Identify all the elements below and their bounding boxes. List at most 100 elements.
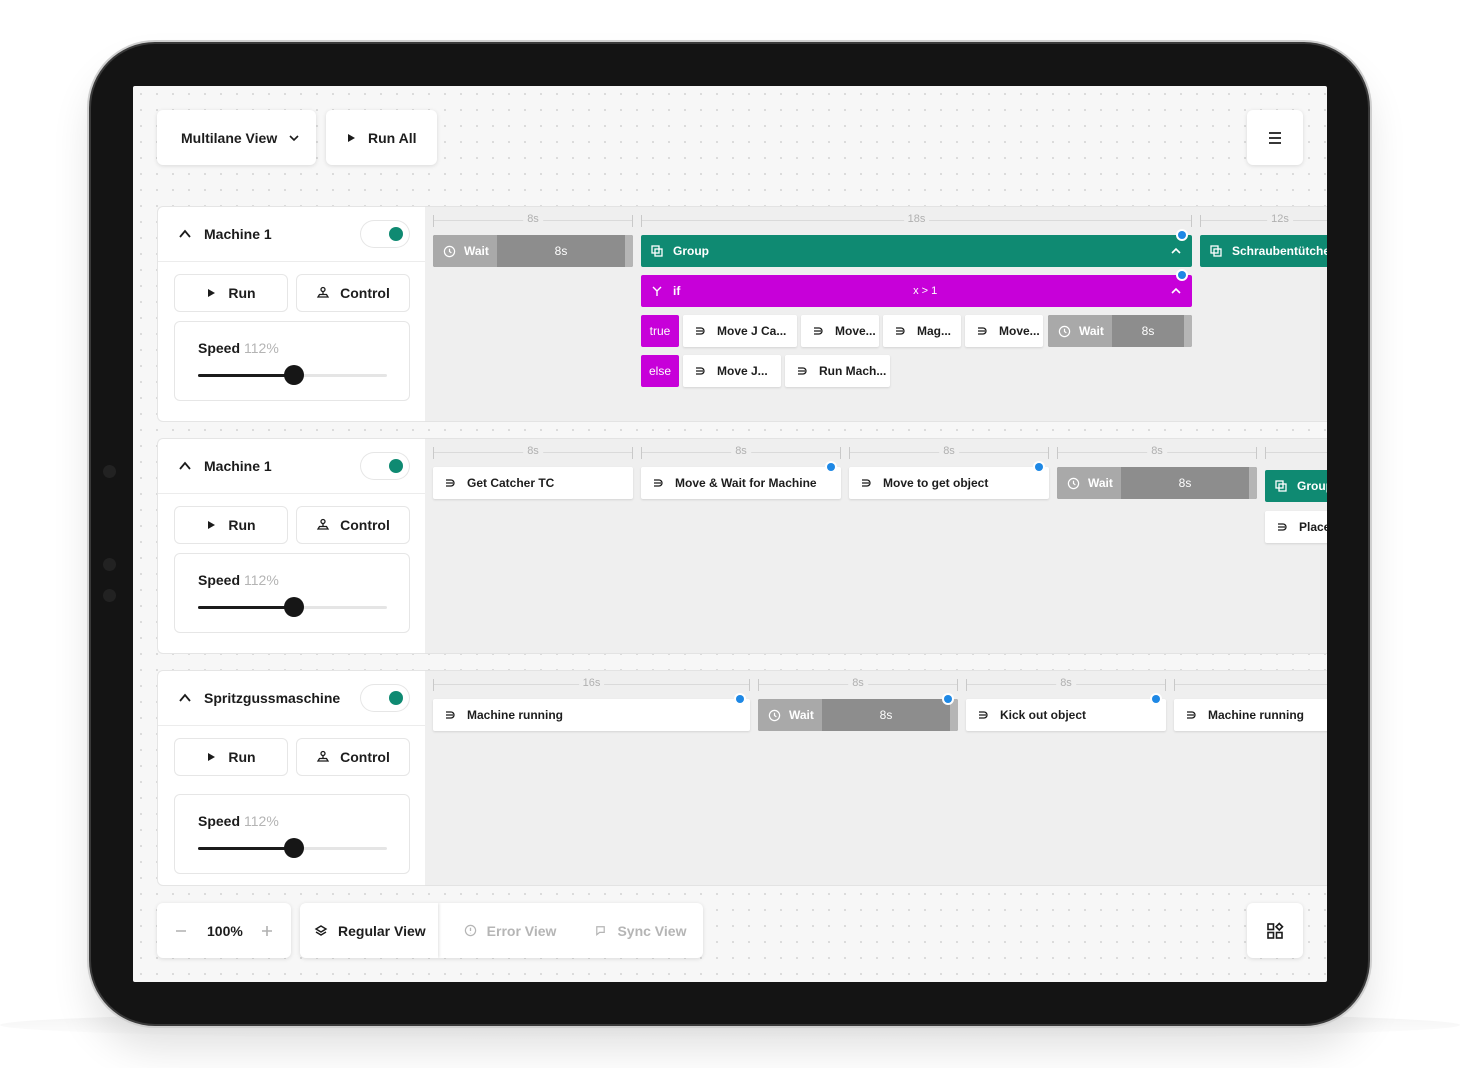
wait-block[interactable]: Wait 8s (1048, 315, 1192, 347)
lane-header: Machine 1 (158, 207, 426, 262)
lane-timeline: 8s 18s 12s Wait 8s Group Schraubentütche… (425, 206, 1327, 422)
chevron-up-icon[interactable] (1170, 285, 1182, 297)
zoom-level: 100% (207, 922, 243, 939)
block-label: Machine running (1208, 708, 1304, 722)
regular-view-tab[interactable]: Regular View (300, 903, 438, 958)
error-view-label: Error View (486, 922, 557, 939)
time-ruler-segment: 12s (1200, 213, 1327, 227)
view-select[interactable]: Multilane View (157, 110, 316, 165)
run-button[interactable]: Run (174, 274, 288, 312)
move-block[interactable]: Machine running (433, 699, 750, 731)
group-block[interactable]: Group (641, 235, 1192, 267)
lane-title: Machine 1 (204, 226, 272, 242)
group-block[interactable]: Schraubentütchen (1200, 235, 1327, 267)
speed-control: Speed 112% (174, 794, 410, 874)
wait-resize-handle[interactable] (1249, 467, 1257, 499)
wait-resize-handle[interactable] (1184, 315, 1192, 347)
move-block[interactable]: Kick out object (966, 699, 1166, 731)
wait-resize-handle[interactable] (625, 235, 633, 267)
connection-dot[interactable] (1178, 231, 1186, 239)
duration-label: 8s (523, 445, 543, 457)
speed-slider-thumb[interactable] (284, 838, 305, 858)
run-machine-block[interactable]: Run Mach... (785, 355, 890, 387)
wait-time: 8s (1141, 324, 1155, 338)
wait-block[interactable]: Wait 8s (758, 699, 958, 731)
run-all-button[interactable]: Run All (326, 110, 437, 165)
sync-view-tab[interactable]: Sync View (574, 903, 698, 958)
lane-enable-toggle[interactable] (360, 452, 410, 480)
menu-button[interactable] (1247, 110, 1303, 165)
group-icon (651, 245, 663, 257)
play-icon (206, 288, 216, 298)
connection-dot[interactable] (827, 463, 835, 471)
wait-block[interactable]: Wait 8s (1057, 467, 1257, 499)
control-button[interactable]: Control (296, 506, 410, 544)
play-icon (346, 133, 356, 143)
move-block[interactable]: Get Catcher TC (433, 467, 633, 499)
move-icon (797, 366, 809, 376)
lane-1: Machine 1 Run Control Speed 112% 8s 18s … (157, 206, 1327, 422)
time-ruler-segment (1174, 679, 1327, 691)
chevron-up-icon[interactable] (1170, 245, 1182, 257)
move-block[interactable]: Move... (801, 315, 879, 347)
run-button[interactable]: Run (174, 506, 288, 544)
joystick-icon (316, 750, 330, 764)
group-label: Group (1297, 479, 1327, 493)
regular-view-label: Regular View (338, 922, 426, 939)
lane-enable-toggle[interactable] (360, 684, 410, 712)
move-block[interactable]: Move & Wait for Machine (641, 467, 841, 499)
error-view-tab[interactable]: Error View (438, 903, 575, 958)
control-button[interactable]: Control (296, 738, 410, 776)
run-label: Run (228, 285, 256, 301)
time-ruler-segment: 8s (433, 445, 633, 459)
move-icon (445, 710, 457, 720)
speed-slider[interactable] (198, 838, 387, 858)
device-camera (103, 465, 116, 478)
move-icon (695, 366, 707, 376)
time-ruler-segment: 16s (433, 677, 750, 691)
group-block[interactable]: Group (1265, 470, 1327, 502)
move-block[interactable]: Mag... (883, 315, 961, 347)
lane-enable-toggle[interactable] (360, 220, 410, 248)
control-button[interactable]: Control (296, 274, 410, 312)
wait-block[interactable]: Wait 8s (433, 235, 633, 267)
connection-dot[interactable] (1152, 695, 1160, 703)
speed-slider-fill (198, 606, 295, 609)
move-block[interactable]: Machine running (1174, 699, 1327, 731)
plus-icon[interactable] (261, 925, 273, 937)
widgets-button[interactable] (1247, 903, 1303, 958)
speed-slider[interactable] (198, 365, 387, 385)
minus-icon[interactable] (175, 925, 187, 937)
move-block[interactable]: Move to get object (849, 467, 1049, 499)
connection-dot[interactable] (944, 695, 952, 703)
speed-slider-fill (198, 374, 295, 377)
toggle-knob (389, 459, 403, 473)
speed-slider[interactable] (198, 597, 387, 617)
time-ruler-segment: 8s (966, 677, 1166, 691)
block-label: Mag... (917, 324, 952, 338)
speed-slider-thumb[interactable] (284, 365, 305, 385)
speed-slider-thumb[interactable] (284, 597, 305, 617)
move-block[interactable]: Move J Ca... (683, 315, 797, 347)
connection-dot[interactable] (736, 695, 744, 703)
wait-time: 8s (879, 708, 893, 722)
lane-header: Machine 1 (158, 439, 426, 494)
move-block[interactable]: Move... (965, 315, 1043, 347)
block-label: Run Mach... (819, 364, 887, 378)
speed-label-text: Speed (198, 813, 241, 829)
move-block[interactable]: Move J... (683, 355, 781, 387)
block-label: Move J... (717, 364, 768, 378)
block-label: Move & Wait for Machine (675, 476, 817, 490)
chevron-up-icon[interactable] (178, 459, 192, 473)
connection-dot[interactable] (1178, 271, 1186, 279)
chevron-up-icon[interactable] (178, 227, 192, 241)
chevron-up-icon[interactable] (178, 691, 192, 705)
move-icon (695, 326, 707, 336)
duration-label: 8s (1147, 445, 1167, 457)
if-label: if (673, 284, 681, 298)
if-block[interactable]: if x > 1 (641, 275, 1192, 307)
run-button[interactable]: Run (174, 738, 288, 776)
wait-resize-handle[interactable] (950, 699, 958, 731)
connection-dot[interactable] (1035, 463, 1043, 471)
move-block[interactable]: Place (1265, 511, 1327, 543)
